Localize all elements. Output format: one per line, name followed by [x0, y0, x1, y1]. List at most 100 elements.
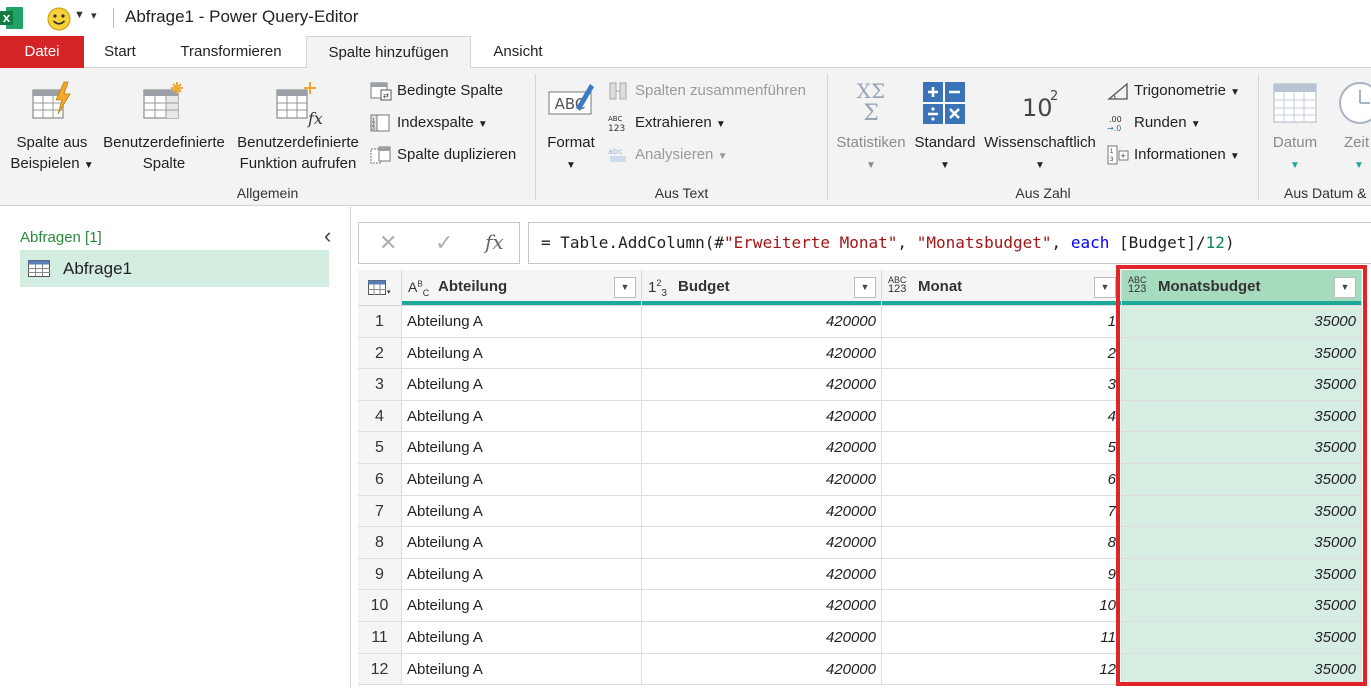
table-cell[interactable]: 420000: [642, 369, 882, 401]
table-cell[interactable]: Abteilung A: [402, 590, 642, 622]
table-menu-button[interactable]: ▾: [358, 270, 402, 306]
table-cell[interactable]: 420000: [642, 590, 882, 622]
row-number[interactable]: 9: [358, 558, 402, 591]
table-cell[interactable]: 35000: [1122, 590, 1362, 622]
table-cell[interactable]: 2: [882, 337, 1122, 370]
table-cell[interactable]: 35000: [1122, 432, 1362, 464]
tab-transformieren[interactable]: Transformieren: [163, 36, 299, 68]
table-cell[interactable]: 4: [882, 400, 1122, 433]
cancel-formula-icon[interactable]: ✕: [379, 230, 397, 256]
formula-input[interactable]: = Table.AddColumn(#"Erweiterte Monat", "…: [528, 222, 1371, 264]
table-cell[interactable]: 420000: [642, 337, 882, 370]
tab-datei[interactable]: Datei: [0, 36, 84, 68]
column-header-abteilung[interactable]: ABC Abteilung ▼: [402, 270, 642, 306]
table-cell[interactable]: 12: [882, 653, 1122, 686]
format-button[interactable]: Format ▼: [540, 132, 602, 176]
table-cell[interactable]: 9: [882, 558, 1122, 591]
table-cell[interactable]: Abteilung A: [402, 464, 642, 496]
table-cell[interactable]: 35000: [1122, 495, 1362, 528]
feedback-dropdown-icon[interactable]: ▼: [74, 9, 85, 21]
table-cell[interactable]: 35000: [1122, 306, 1362, 338]
row-number[interactable]: 12: [358, 653, 402, 686]
table-cell[interactable]: Abteilung A: [402, 369, 642, 401]
table-cell[interactable]: 5: [882, 432, 1122, 464]
row-number[interactable]: 10: [358, 590, 402, 622]
benutzerdefinierte-spalte-button[interactable]: Benutzerdefinierte Spalte: [98, 132, 230, 174]
smiley-feedback-icon[interactable]: [46, 6, 72, 32]
wissenschaftlich-button[interactable]: Wissenschaftlich ▼: [980, 132, 1100, 176]
row-number[interactable]: 7: [358, 495, 402, 528]
tab-spalte-hinzufuegen[interactable]: Spalte hinzufügen: [306, 36, 471, 69]
table-cell[interactable]: 35000: [1122, 622, 1362, 654]
caret-down-icon: ▼: [1035, 160, 1045, 171]
query-item-abfrage1[interactable]: Abfrage1: [20, 250, 329, 287]
table-cell[interactable]: 8: [882, 527, 1122, 559]
row-number[interactable]: 8: [358, 527, 402, 559]
table-cell[interactable]: Abteilung A: [402, 558, 642, 591]
table-cell[interactable]: Abteilung A: [402, 495, 642, 528]
table-cell[interactable]: 1: [882, 306, 1122, 338]
standard-button[interactable]: Standard ▼: [910, 132, 980, 176]
table-cell[interactable]: Abteilung A: [402, 527, 642, 559]
row-number[interactable]: 4: [358, 400, 402, 433]
table-cell[interactable]: 35000: [1122, 558, 1362, 591]
spalte-aus-beispielen-line2: Beispielen: [10, 155, 80, 172]
table-cell[interactable]: 420000: [642, 432, 882, 464]
table-cell[interactable]: 35000: [1122, 337, 1362, 370]
table-cell[interactable]: Abteilung A: [402, 653, 642, 686]
tab-ansicht[interactable]: Ansicht: [480, 36, 556, 68]
row-number[interactable]: 2: [358, 337, 402, 370]
caret-down-icon: ▼: [1290, 160, 1300, 171]
collapse-pane-icon[interactable]: ‹: [324, 223, 331, 249]
tab-start[interactable]: Start: [90, 36, 150, 68]
table-cell[interactable]: 420000: [642, 306, 882, 338]
statistiken-label: Statistiken: [836, 134, 906, 151]
confirm-formula-icon[interactable]: ✓: [435, 230, 453, 256]
quick-access-customize-icon[interactable]: ▾: [91, 9, 97, 22]
svg-text:fx: fx: [307, 109, 322, 128]
table-cell[interactable]: 420000: [642, 527, 882, 559]
funktion-aufrufen-button[interactable]: Benutzerdefinierte Funktion aufrufen: [232, 132, 364, 174]
row-number[interactable]: 1: [358, 306, 402, 338]
table-cell[interactable]: 10: [882, 590, 1122, 622]
statistiken-button[interactable]: Statistiken ▼: [833, 132, 909, 176]
svg-text:abc: abc: [608, 147, 622, 156]
column-header-monatsbudget[interactable]: ABC 123 Monatsbudget ▼: [1122, 270, 1362, 306]
column-filter-icon[interactable]: ▼: [1334, 277, 1356, 298]
zeit-button[interactable]: Zeit ▼: [1336, 132, 1371, 176]
column-header-monat[interactable]: ABC 123 Monat ▼: [882, 270, 1122, 306]
insert-function-icon[interactable]: fx: [485, 230, 504, 254]
table-cell[interactable]: 35000: [1122, 464, 1362, 496]
table-cell[interactable]: 420000: [642, 622, 882, 654]
table-cell[interactable]: Abteilung A: [402, 432, 642, 464]
column-filter-icon[interactable]: ▼: [614, 277, 636, 298]
table-cell[interactable]: Abteilung A: [402, 306, 642, 338]
row-number[interactable]: 6: [358, 464, 402, 496]
table-cell[interactable]: 6: [882, 464, 1122, 496]
column-filter-icon[interactable]: ▼: [854, 277, 876, 298]
table-cell[interactable]: 11: [882, 622, 1122, 654]
column-filter-icon[interactable]: ▼: [1094, 277, 1116, 298]
column-quality-bar: [1122, 301, 1361, 305]
table-cell[interactable]: 420000: [642, 400, 882, 433]
table-cell[interactable]: 420000: [642, 653, 882, 686]
table-cell[interactable]: Abteilung A: [402, 622, 642, 654]
row-number[interactable]: 5: [358, 432, 402, 464]
table-cell[interactable]: 35000: [1122, 400, 1362, 433]
table-cell[interactable]: 420000: [642, 495, 882, 528]
column-name: Monatsbudget: [1158, 278, 1261, 295]
table-cell[interactable]: 35000: [1122, 527, 1362, 559]
table-cell[interactable]: 35000: [1122, 653, 1362, 686]
table-cell[interactable]: 420000: [642, 464, 882, 496]
table-cell[interactable]: 35000: [1122, 369, 1362, 401]
table-cell[interactable]: 7: [882, 495, 1122, 528]
spalte-aus-beispielen-button[interactable]: Spalte aus Beispielen ▼: [4, 132, 100, 176]
row-number[interactable]: 11: [358, 622, 402, 654]
table-cell[interactable]: 420000: [642, 558, 882, 591]
table-cell[interactable]: Abteilung A: [402, 400, 642, 433]
row-number[interactable]: 3: [358, 369, 402, 401]
table-cell[interactable]: 3: [882, 369, 1122, 401]
table-cell[interactable]: Abteilung A: [402, 337, 642, 370]
column-header-budget[interactable]: 123 Budget ▼: [642, 270, 882, 306]
datum-button[interactable]: Datum ▼: [1262, 132, 1328, 176]
